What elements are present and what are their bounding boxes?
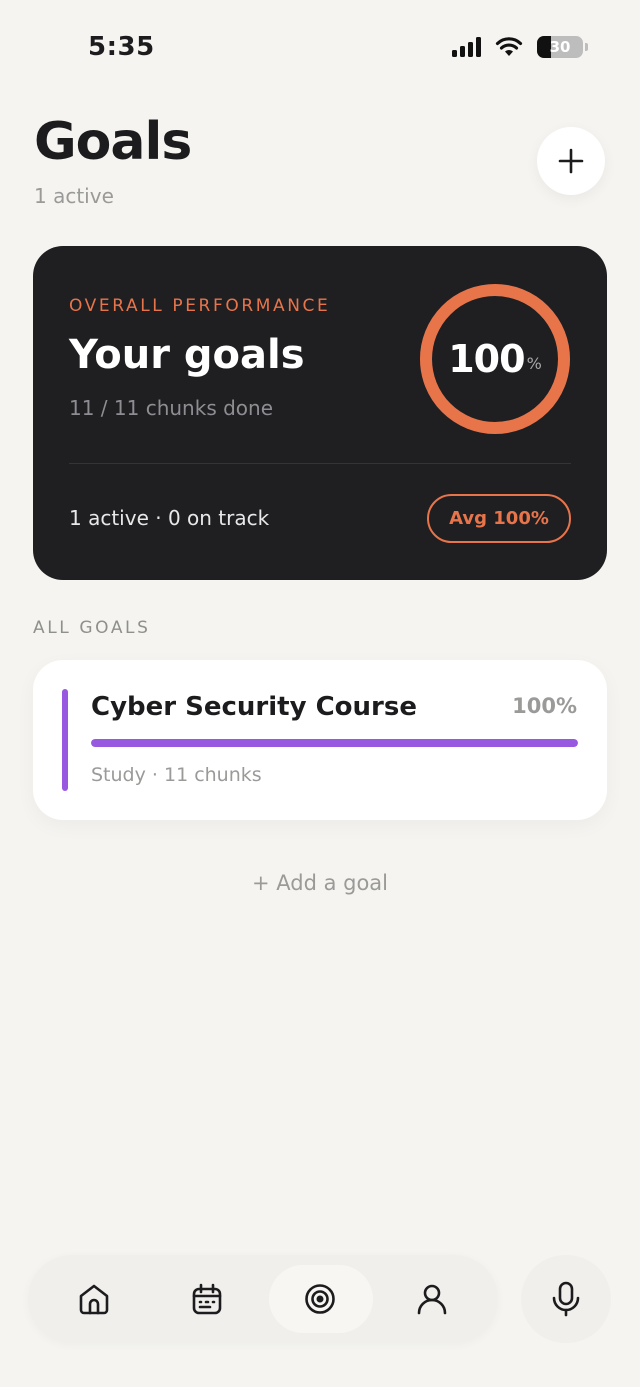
status-time: 5:35 bbox=[88, 32, 155, 62]
divider bbox=[69, 463, 571, 464]
nav-calendar[interactable] bbox=[157, 1255, 257, 1343]
performance-label: OVERALL PERFORMANCE bbox=[69, 296, 331, 316]
overall-performance-card: OVERALL PERFORMANCE Your goals 11 / 11 c… bbox=[33, 246, 607, 580]
battery-level: 30 bbox=[549, 38, 571, 56]
nav-home[interactable] bbox=[44, 1255, 144, 1343]
user-icon bbox=[417, 1284, 447, 1315]
page-title: Goals bbox=[34, 112, 192, 172]
ring-unit: % bbox=[526, 353, 542, 373]
bottom-nav bbox=[28, 1255, 498, 1343]
add-a-goal-link[interactable]: + Add a goal bbox=[0, 871, 640, 895]
status-bar: 5:35 30 bbox=[0, 0, 640, 96]
goal-accent-bar bbox=[62, 689, 68, 791]
goal-name: Cyber Security Course bbox=[91, 692, 417, 722]
cellular-signal-icon bbox=[452, 37, 481, 57]
wifi-icon bbox=[495, 37, 523, 56]
goal-progress-track bbox=[91, 739, 578, 747]
calendar-icon bbox=[192, 1283, 222, 1315]
plus-icon bbox=[558, 148, 584, 174]
performance-stats: 1 active · 0 on track bbox=[69, 506, 270, 530]
goal-card[interactable]: Cyber Security Course 100% Study · 11 ch… bbox=[33, 660, 607, 820]
home-icon bbox=[79, 1284, 109, 1315]
goal-percent: 100% bbox=[512, 694, 577, 718]
battery-icon: 30 bbox=[537, 36, 583, 58]
add-goal-button[interactable] bbox=[537, 127, 605, 195]
microphone-button[interactable] bbox=[521, 1255, 611, 1343]
page-subtitle: 1 active bbox=[34, 184, 114, 208]
nav-goals[interactable] bbox=[269, 1255, 373, 1343]
battery-cap bbox=[585, 43, 588, 51]
performance-ring: 100 % bbox=[417, 281, 573, 437]
performance-title: Your goals bbox=[69, 332, 305, 378]
ring-value: 100 bbox=[448, 337, 525, 381]
average-badge: Avg 100% bbox=[427, 494, 571, 543]
microphone-icon bbox=[552, 1281, 580, 1317]
target-icon bbox=[305, 1284, 335, 1314]
goal-meta: Study · 11 chunks bbox=[91, 764, 262, 786]
performance-subtitle: 11 / 11 chunks done bbox=[69, 396, 274, 420]
section-label-all-goals: ALL GOALS bbox=[33, 618, 151, 638]
goal-progress-fill bbox=[91, 739, 578, 747]
status-icons: 30 bbox=[452, 36, 588, 58]
nav-profile[interactable] bbox=[382, 1255, 482, 1343]
